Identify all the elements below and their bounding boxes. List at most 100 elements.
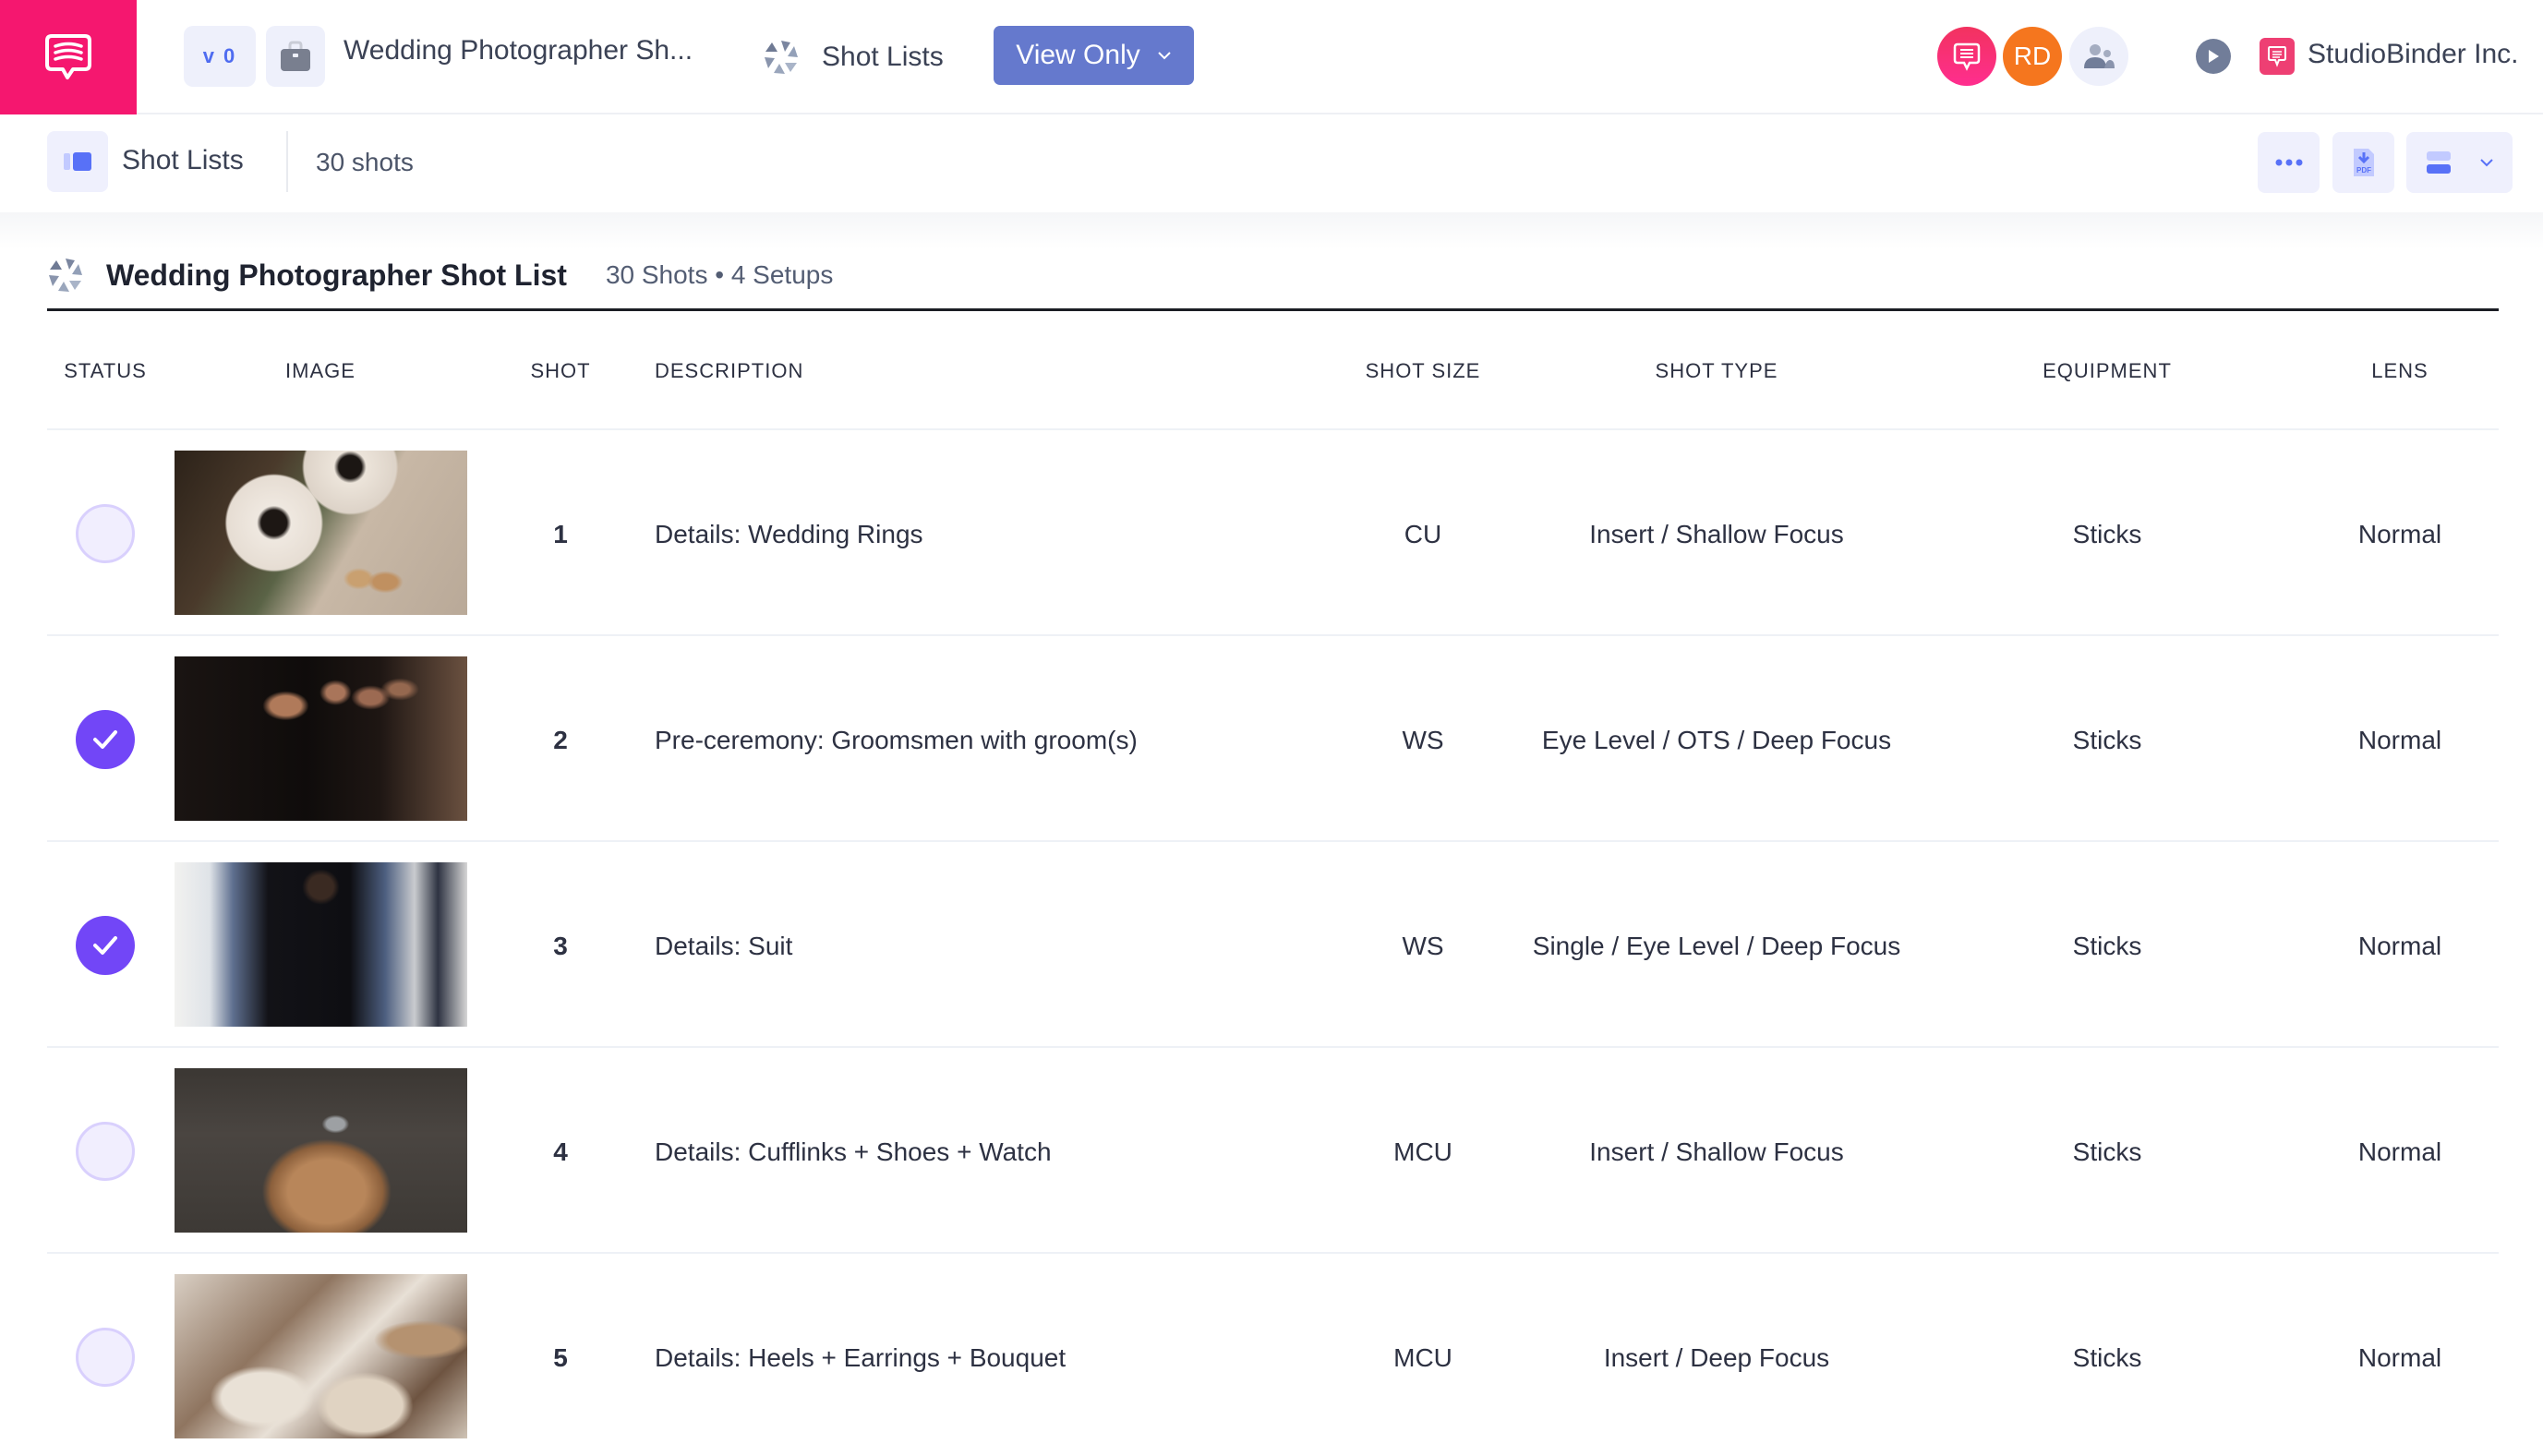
user-avatar[interactable]: RD	[2003, 27, 2062, 86]
shot-type: Eye Level / OTS / Deep Focus	[1541, 726, 1892, 754]
table-row[interactable]: 1 Details: Wedding Rings CU Insert / Sha…	[47, 430, 2499, 636]
play-icon	[2209, 50, 2219, 63]
aperture-icon	[49, 259, 82, 292]
share-team-button[interactable]	[2069, 27, 2128, 86]
view-mode-label: View Only	[1016, 40, 1140, 70]
header-description[interactable]: DESCRIPTION	[655, 359, 803, 383]
shot-number: 1	[553, 520, 568, 548]
shot-equipment: Sticks	[2072, 520, 2142, 548]
shot-lens: Normal	[2357, 1343, 2442, 1372]
table-row[interactable]: 3 Details: Suit WS Single / Eye Level / …	[47, 842, 2499, 1048]
status-toggle[interactable]	[76, 1122, 135, 1181]
user-initials: RD	[2013, 42, 2052, 70]
shot-lens: Normal	[2357, 1137, 2442, 1166]
chevron-down-icon	[1158, 52, 1171, 60]
team-icon	[2084, 44, 2115, 68]
nav-shot-lists[interactable]: Shot Lists	[763, 30, 944, 85]
status-toggle[interactable]	[76, 916, 135, 975]
shot-size: CU	[1404, 520, 1442, 548]
pdf-download-icon: PDF	[2353, 149, 2374, 176]
layout-view-dropdown[interactable]	[2406, 132, 2513, 193]
shot-description: Details: Heels + Earrings + Bouquet	[655, 1343, 1067, 1372]
sidebar-toggle-button[interactable]	[47, 131, 108, 192]
collaborator-avatar-brand[interactable]	[1937, 27, 1996, 86]
org-name[interactable]: StudioBinder Inc.	[2308, 39, 2518, 70]
shot-number: 4	[553, 1137, 568, 1166]
panel-icon	[64, 152, 91, 171]
shot-list-header: Wedding Photographer Shot List 30 Shots …	[47, 242, 2499, 308]
shot-thumbnail[interactable]	[175, 656, 467, 821]
shot-thumbnail[interactable]	[175, 862, 467, 1027]
briefcase-icon	[281, 41, 310, 71]
shot-size: WS	[1402, 932, 1444, 960]
shot-type: Single / Eye Level / Deep Focus	[1532, 932, 1901, 960]
table-body: 1 Details: Wedding Rings CU Insert / Sha…	[47, 430, 2499, 1456]
header-image[interactable]: IMAGE	[285, 359, 356, 383]
section-title: Shot Lists	[122, 145, 244, 175]
shot-list-title: Wedding Photographer Shot List	[106, 258, 567, 292]
shot-equipment: Sticks	[2072, 726, 2142, 754]
shot-number: 2	[553, 726, 568, 754]
project-title[interactable]: Wedding Photographer Sh...	[343, 35, 693, 66]
version-badge[interactable]: v 0	[184, 26, 256, 87]
shot-size: MCU	[1393, 1343, 1452, 1372]
check-icon	[93, 730, 117, 749]
header-shot-type[interactable]: SHOT TYPE	[1656, 359, 1778, 383]
status-toggle[interactable]	[76, 1328, 135, 1387]
header-lens[interactable]: LENS	[2371, 359, 2428, 383]
sub-toolbar: Shot Lists 30 shots PDF	[0, 114, 2543, 212]
shot-description: Details: Suit	[655, 932, 793, 960]
view-mode-dropdown[interactable]: View Only	[994, 26, 1194, 85]
more-horizontal-icon	[2275, 159, 2302, 166]
org-logo[interactable]	[2260, 38, 2295, 75]
shot-equipment: Sticks	[2072, 932, 2142, 960]
shot-size: WS	[1402, 726, 1444, 754]
chat-bubble-icon	[1953, 42, 1981, 71]
shot-count: 30 shots	[316, 148, 414, 176]
shot-equipment: Sticks	[2072, 1343, 2142, 1372]
check-icon	[93, 936, 117, 955]
tutorial-play-button[interactable]	[2196, 39, 2231, 74]
shot-list-meta: 30 Shots • 4 Setups	[605, 260, 834, 289]
shot-description: Details: Wedding Rings	[655, 520, 923, 548]
shot-description: Details: Cufflinks + Shoes + Watch	[655, 1137, 1052, 1166]
shot-table: STATUS IMAGE SHOT DESCRIPTION SHOT SIZE …	[47, 311, 2499, 1456]
shot-equipment: Sticks	[2072, 1137, 2142, 1166]
shot-lens: Normal	[2357, 932, 2442, 960]
aperture-icon	[765, 41, 798, 74]
nav-shot-lists-label: Shot Lists	[822, 42, 944, 72]
top-bar: v 0 Wedding Photographer Sh... Shot List…	[0, 0, 2543, 114]
divider	[286, 131, 288, 192]
status-toggle[interactable]	[76, 504, 135, 563]
table-row[interactable]: 4 Details: Cufflinks + Shoes + Watch MCU…	[47, 1048, 2499, 1254]
export-pdf-button[interactable]: PDF	[2332, 132, 2394, 193]
table-row[interactable]: 2 Pre-ceremony: Groomsmen with groom(s) …	[47, 636, 2499, 842]
shot-thumbnail[interactable]	[175, 1068, 467, 1233]
shot-thumbnail[interactable]	[175, 451, 467, 615]
chat-bubble-icon	[2268, 46, 2286, 67]
shot-type: Insert / Shallow Focus	[1589, 520, 1844, 548]
table-row[interactable]: 5 Details: Heels + Earrings + Bouquet MC…	[47, 1254, 2499, 1456]
table-header: STATUS IMAGE SHOT DESCRIPTION SHOT SIZE …	[47, 311, 2499, 430]
version-label: v 0	[202, 44, 237, 67]
chevron-down-icon	[2479, 159, 2493, 167]
status-toggle[interactable]	[76, 710, 135, 769]
chat-bubble-logo-icon	[45, 34, 91, 79]
header-shot-size[interactable]: SHOT SIZE	[1366, 359, 1481, 383]
shot-lens: Normal	[2357, 726, 2442, 754]
header-equipment[interactable]: EQUIPMENT	[2043, 359, 2172, 383]
shot-number: 5	[553, 1343, 568, 1372]
layout-rows-icon	[2426, 151, 2451, 174]
project-switcher-button[interactable]	[266, 26, 325, 87]
shot-number: 3	[553, 932, 568, 960]
svg-text:PDF: PDF	[2356, 166, 2371, 174]
shot-size: MCU	[1393, 1137, 1452, 1166]
studiobinder-logo[interactable]	[0, 0, 137, 114]
more-options-button[interactable]	[2258, 132, 2320, 193]
shot-type: Insert / Deep Focus	[1603, 1343, 1830, 1372]
shot-lens: Normal	[2357, 520, 2442, 548]
header-status[interactable]: STATUS	[64, 359, 147, 383]
header-shot[interactable]: SHOT	[530, 359, 590, 383]
shot-thumbnail[interactable]	[175, 1274, 467, 1438]
shot-type: Insert / Shallow Focus	[1589, 1137, 1844, 1166]
